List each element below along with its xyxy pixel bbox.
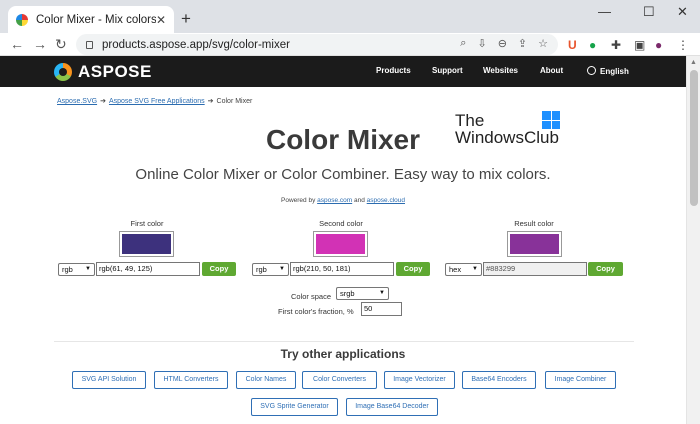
windows-logo-icon xyxy=(542,111,560,129)
powered-link-aspose-com[interactable]: aspose.com xyxy=(317,197,352,204)
extensions-puzzle-icon[interactable]: ✚ xyxy=(611,38,621,52)
bookmark-star-icon[interactable]: ☆ xyxy=(538,37,548,50)
url-text: products.aspose.app/svg/color-mixer xyxy=(102,38,290,51)
install-icon[interactable]: ⇩ xyxy=(477,37,486,50)
lock-icon xyxy=(86,40,93,49)
app-color-converters[interactable]: Color Converters xyxy=(302,371,377,389)
nav-support[interactable]: Support xyxy=(432,66,463,75)
window-maximize-button[interactable]: ☐ xyxy=(643,4,655,20)
aspose-logo[interactable]: ASPOSE xyxy=(54,62,152,82)
other-apps-title: Try other applications xyxy=(280,347,406,361)
aspose-logo-icon xyxy=(54,63,72,81)
windowsclub-watermark: The WindowsClub xyxy=(455,111,560,147)
back-icon[interactable]: ← xyxy=(10,36,24,52)
app-color-names[interactable]: Color Names xyxy=(236,371,296,389)
first-color-label: First color xyxy=(130,219,164,228)
second-color-fill xyxy=(316,234,365,254)
app-svg-api-solution[interactable]: SVG API Solution xyxy=(72,371,146,389)
browser-tab[interactable]: Color Mixer - Mix colors online f ✕ xyxy=(8,6,174,33)
powered-link-aspose-cloud[interactable]: aspose.cloud xyxy=(367,197,405,204)
browser-toolbar: ← → ↻ products.aspose.app/svg/color-mixe… xyxy=(0,33,700,56)
result-color-copy-button[interactable]: Copy xyxy=(588,262,623,276)
page-scrollbar[interactable]: ▲ xyxy=(686,56,700,424)
color-space-label: Color space xyxy=(291,292,332,301)
second-color-input[interactable]: rgb(210, 50, 181) xyxy=(290,262,394,276)
language-selector[interactable]: English xyxy=(587,66,629,76)
app-html-converters[interactable]: HTML Converters xyxy=(154,371,228,389)
chevron-down-icon: ▼ xyxy=(472,266,478,272)
second-format-value: rgb xyxy=(256,265,267,274)
browser-tabstrip: Color Mixer - Mix colors online f ✕ + — … xyxy=(0,0,700,33)
browser-menu-icon[interactable]: ⋮ xyxy=(677,38,689,52)
powered-prefix: Powered by xyxy=(281,197,316,204)
color-space-select[interactable]: srgb ▼ xyxy=(336,287,389,300)
tab-close-icon[interactable]: ✕ xyxy=(156,13,166,27)
first-color-fill xyxy=(122,234,171,254)
share-icon[interactable]: ⇪ xyxy=(518,37,527,50)
second-color-copy-button[interactable]: Copy xyxy=(396,262,430,276)
second-color-label: Second color xyxy=(319,219,363,228)
breadcrumb-free-apps[interactable]: Aspose SVG Free Applications xyxy=(109,98,205,105)
page-subtitle: Online Color Mixer or Color Combiner. Ea… xyxy=(135,166,551,183)
second-color-format-select[interactable]: rgb ▼ xyxy=(252,263,289,276)
breadcrumb: Aspose.SVG ➔ Aspose SVG Free Applications ➔… xyxy=(57,97,252,105)
result-color-fill xyxy=(510,234,559,254)
result-format-value: hex xyxy=(449,265,462,274)
language-label: English xyxy=(600,67,629,76)
fraction-input[interactable]: 50 xyxy=(361,302,402,316)
app-base64-encoders[interactable]: Base64 Encoders xyxy=(462,371,536,389)
window-close-button[interactable]: ✕ xyxy=(677,4,688,20)
breadcrumb-current: Color Mixer xyxy=(216,98,253,105)
side-panel-icon[interactable]: ▣ xyxy=(634,38,645,52)
forward-icon[interactable]: → xyxy=(33,36,47,52)
reload-icon[interactable]: ↻ xyxy=(55,36,67,53)
result-color-swatch xyxy=(507,231,562,257)
fraction-label: First color's fraction, % xyxy=(278,307,354,316)
profile-avatar[interactable]: ● xyxy=(655,38,662,52)
search-icon[interactable]: ⌕ xyxy=(460,37,466,50)
chevron-down-icon: ▼ xyxy=(85,266,91,272)
breadcrumb-arrow-icon: ➔ xyxy=(100,98,106,105)
app-image-combiner[interactable]: Image Combiner xyxy=(545,371,616,389)
watermark-line2: WindowsClub xyxy=(455,128,559,147)
nav-about[interactable]: About xyxy=(540,66,563,75)
extension-grammarly-icon[interactable]: ● xyxy=(589,38,596,52)
scroll-thumb[interactable] xyxy=(690,70,698,206)
new-tab-button[interactable]: + xyxy=(181,9,191,29)
first-format-value: rgb xyxy=(62,265,73,274)
second-color-swatch[interactable] xyxy=(313,231,368,257)
section-divider xyxy=(54,341,634,342)
first-color-input[interactable]: rgb(61, 49, 125) xyxy=(96,262,200,276)
logo-text: ASPOSE xyxy=(78,62,152,81)
site-header: ASPOSE Products Support Websites About E… xyxy=(0,56,686,87)
tab-title: Color Mixer - Mix colors online f xyxy=(36,13,156,26)
powered-by: Powered by aspose.com and aspose.cloud xyxy=(0,197,686,204)
window-minimize-button[interactable]: — xyxy=(598,4,611,19)
app-image-vectorizer[interactable]: Image Vectorizer xyxy=(384,371,455,389)
first-color-swatch[interactable] xyxy=(119,231,174,257)
chevron-down-icon: ▼ xyxy=(279,266,285,272)
extension-u-icon[interactable]: U xyxy=(568,38,577,52)
page-title: Color Mixer xyxy=(265,124,421,155)
result-color-output: #883299 xyxy=(483,262,587,276)
result-color-format-select[interactable]: hex ▼ xyxy=(445,263,482,276)
globe-icon xyxy=(587,66,596,75)
breadcrumb-aspose-svg[interactable]: Aspose.SVG xyxy=(57,98,97,105)
site-favicon-icon xyxy=(16,13,28,26)
nav-products[interactable]: Products xyxy=(376,66,411,75)
nav-websites[interactable]: Websites xyxy=(483,66,518,75)
powered-and: and xyxy=(354,197,365,204)
breadcrumb-arrow-icon: ➔ xyxy=(207,98,214,105)
address-bar[interactable]: products.aspose.app/svg/color-mixer ⌕ ⇩ … xyxy=(76,34,558,55)
chevron-down-icon: ▼ xyxy=(379,290,385,296)
scroll-up-icon[interactable]: ▲ xyxy=(690,59,697,66)
result-color-label: Result color xyxy=(514,219,554,228)
zoom-icon[interactable]: ⊖ xyxy=(498,37,507,50)
color-space-value: srgb xyxy=(340,289,355,298)
first-color-copy-button[interactable]: Copy xyxy=(202,262,236,276)
app-svg-sprite-generator[interactable]: SVG Sprite Generator xyxy=(251,398,338,416)
first-color-format-select[interactable]: rgb ▼ xyxy=(58,263,95,276)
app-image-base64-decoder[interactable]: Image Base64 Decoder xyxy=(346,398,438,416)
